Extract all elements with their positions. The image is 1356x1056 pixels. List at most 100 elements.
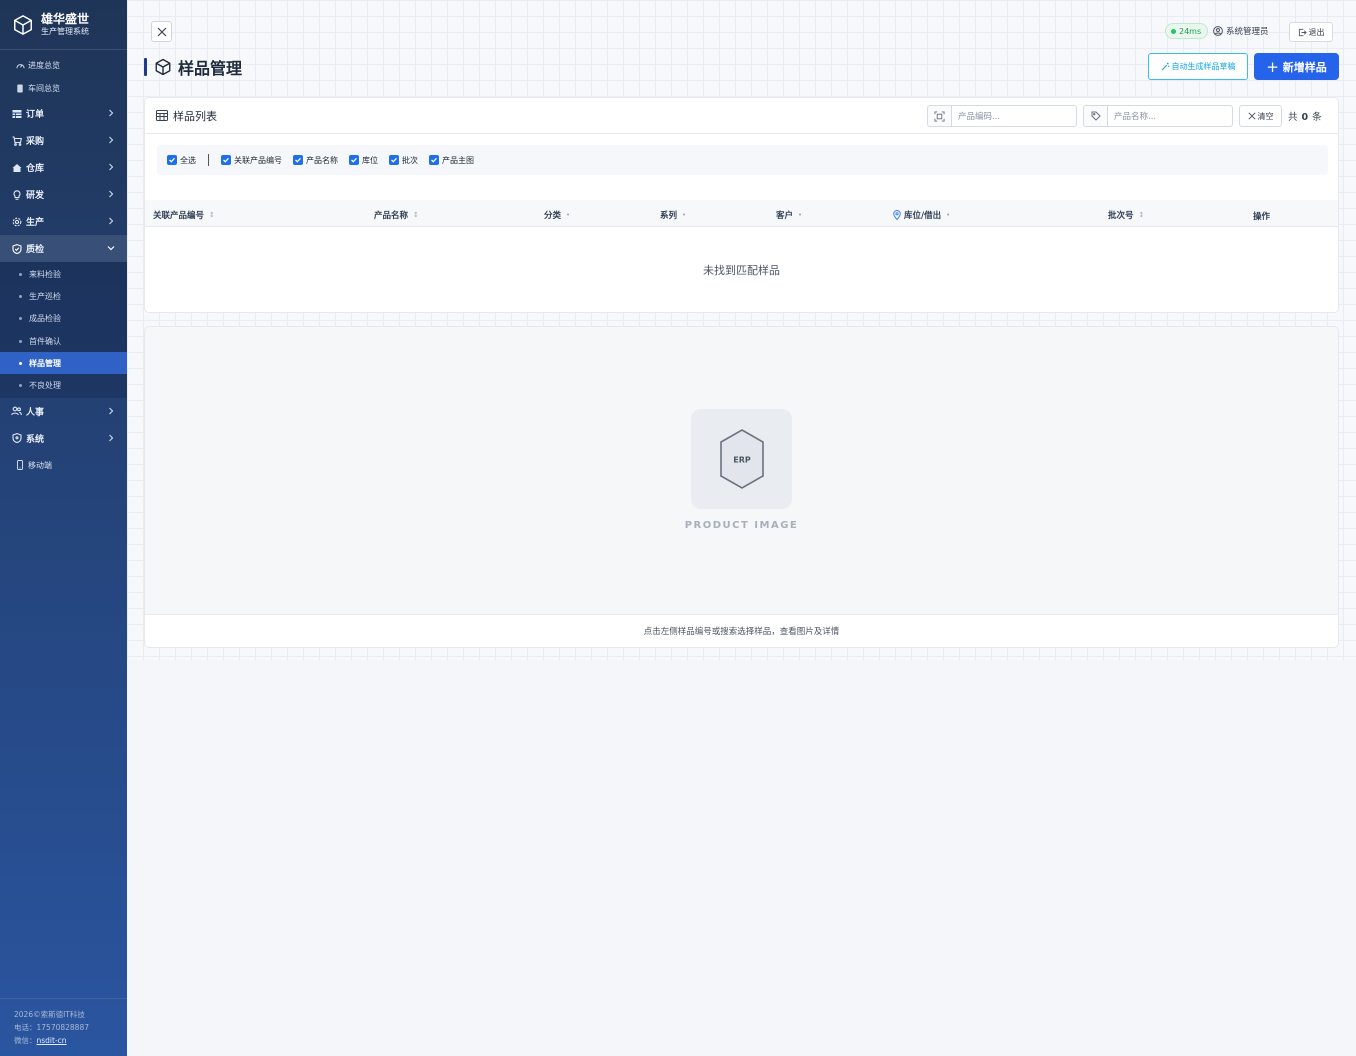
sample-list-header: 样品列表 产品编码... 产品名称... 清空 共0条 [145, 98, 1338, 134]
nav-group-production[interactable]: 生产 [0, 208, 127, 235]
checkbox-checked-icon [429, 155, 439, 165]
main-area: 24ms 系统管理员 退出 样品管理 自动生成样品草稿 + 新增样品 样品列表 … [127, 0, 1356, 1056]
brand-subtitle: 生产管理系统 [41, 27, 89, 36]
chevron-right-icon [109, 407, 114, 415]
mobile-icon [15, 460, 25, 471]
close-icon [157, 27, 166, 36]
chevron-down-icon [107, 246, 115, 251]
sample-list-card: 样品列表 产品编码... 产品名称... 清空 共0条 全选 关联产品编号 产品… [144, 97, 1339, 313]
brand[interactable]: 雄华盛世 生产管理系统 [0, 0, 127, 50]
quality-submenu: 来料检验 生产巡检 成品检验 首件确认 样品管理 不良处理 [0, 262, 127, 398]
product-name-input[interactable]: 产品名称... [1107, 105, 1233, 127]
nav-item-sample-management[interactable]: 样品管理 [0, 352, 127, 375]
column-location[interactable]: 库位/借出 • [893, 209, 950, 221]
nav-group-orders[interactable]: 订单 [0, 100, 127, 127]
column-label: 关联产品编号 [153, 211, 205, 221]
auto-generate-draft-button[interactable]: 自动生成样品草稿 [1148, 53, 1248, 80]
column-customer[interactable]: 客户 • [776, 209, 802, 221]
user-name: 系统管理员 [1226, 27, 1269, 37]
sample-preview-card: ERP PRODUCT IMAGE 点击左侧样品编号或搜索选择样品，查看图片及详… [144, 326, 1339, 648]
chevron-right-icon [109, 136, 114, 144]
chevron-right-icon [109, 434, 114, 442]
home-icon [11, 162, 22, 173]
nav-label: 成品检验 [29, 314, 61, 324]
sort-icon: • [798, 211, 803, 219]
clear-label: 清空 [1257, 111, 1274, 121]
nav-mobile[interactable]: 移动端 [0, 452, 127, 479]
column-category[interactable]: 分类 • [544, 209, 570, 221]
bullet-icon [19, 294, 22, 298]
nav-item-defect-handling[interactable]: 不良处理 [0, 374, 127, 396]
checkbox-main-image[interactable]: 产品主图 [429, 155, 474, 166]
bullet-icon [19, 339, 22, 343]
table-icon [156, 110, 168, 121]
nav-item-patrol-inspection[interactable]: 生产巡检 [0, 285, 127, 307]
checkbox-product-code[interactable]: 关联产品编号 [221, 155, 282, 166]
chevron-right-icon [109, 217, 114, 225]
user-menu[interactable]: 系统管理员 [1213, 25, 1269, 37]
nav-item-final-inspection[interactable]: 成品检验 [0, 308, 127, 330]
nav-progress-overview[interactable]: 进度总览 [0, 54, 127, 77]
erp-text: ERP [733, 456, 751, 465]
nav-group-hr[interactable]: 人事 [0, 398, 127, 425]
checkbox-label: 库位 [362, 155, 378, 165]
sidebar: 雄华盛世 生产管理系统 进度总览 车间总览 订单 采购 仓库 研发 生产 质检 … [0, 0, 127, 1056]
product-code-input[interactable]: 产品编码... [951, 105, 1077, 127]
nav-label: 进度总览 [28, 61, 60, 70]
user-icon [1213, 26, 1223, 36]
clear-button[interactable]: 清空 [1239, 105, 1282, 127]
sample-list-title: 样品列表 [173, 109, 217, 123]
nav-label: 研发 [26, 191, 45, 201]
column-label: 批次号 [1108, 211, 1134, 221]
nav-group-rnd[interactable]: 研发 [0, 181, 127, 208]
latency-badge: 24ms [1165, 23, 1209, 39]
nav-group-purchase[interactable]: 采购 [0, 127, 127, 154]
cart-icon [11, 135, 22, 146]
nav-label: 样品管理 [29, 358, 61, 368]
bullet-icon [19, 361, 22, 365]
nav-item-incoming-inspection[interactable]: 来料检验 [0, 263, 127, 285]
logout-icon [1298, 28, 1307, 37]
logout-label: 退出 [1308, 27, 1325, 37]
chevron-right-icon [109, 109, 114, 117]
nav-item-first-article[interactable]: 首件确认 [0, 330, 127, 352]
gauge-icon [15, 61, 25, 71]
nav-label: 移动端 [28, 460, 52, 470]
checkbox-batch[interactable]: 批次 [389, 155, 418, 166]
count-value: 0 [1301, 112, 1309, 123]
nav-group-warehouse[interactable]: 仓库 [0, 154, 127, 181]
close-button[interactable] [151, 21, 172, 42]
product-code-search: 产品编码... [927, 105, 1077, 127]
nav-workshop-overview[interactable]: 车间总览 [0, 77, 127, 100]
column-product-name[interactable]: 产品名称 ↕ [374, 209, 419, 221]
nav-label: 系统 [26, 434, 45, 445]
checkbox-product-name[interactable]: 产品名称 [293, 155, 338, 166]
nav-label: 不良处理 [29, 381, 61, 391]
cube-icon [154, 58, 172, 76]
bullet-icon [19, 317, 22, 321]
logout-button[interactable]: 退出 [1289, 22, 1333, 42]
nav-label: 采购 [26, 137, 45, 147]
column-series[interactable]: 系列 • [660, 209, 686, 221]
brand-title: 雄华盛世 [41, 12, 90, 26]
preview-hint: 点击左侧样品编号或搜索选择样品，查看图片及详情 [145, 614, 1338, 647]
location-pin-icon [893, 210, 901, 220]
checkbox-label: 关联产品编号 [234, 155, 282, 165]
gear-icon [11, 216, 22, 227]
column-batch[interactable]: 批次号 ↕ [1108, 209, 1144, 221]
wechat-link[interactable]: nsdit-cn [37, 1036, 67, 1045]
status-dot-icon [1171, 28, 1176, 34]
scan-icon[interactable] [927, 105, 951, 127]
tag-icon [1083, 105, 1107, 127]
column-product-code[interactable]: 关联产品编号 ↕ [153, 209, 215, 221]
auto-generate-label: 自动生成样品草稿 [1171, 62, 1236, 71]
checkbox-checked-icon [221, 155, 231, 165]
checkbox-checked-icon [167, 155, 177, 165]
checkbox-select-all[interactable]: 全选 [167, 155, 196, 166]
column-label: 操作 [1253, 212, 1271, 222]
add-sample-button[interactable]: + 新增样品 [1254, 53, 1339, 80]
nav-group-system[interactable]: 系统 [0, 425, 127, 452]
checkbox-location[interactable]: 库位 [349, 155, 378, 166]
nav-group-quality[interactable]: 质检 [0, 235, 127, 262]
sidebar-footer: 2026©索斯德IT科技 电话：17570828887 微信：nsdit-cn [0, 998, 127, 1056]
